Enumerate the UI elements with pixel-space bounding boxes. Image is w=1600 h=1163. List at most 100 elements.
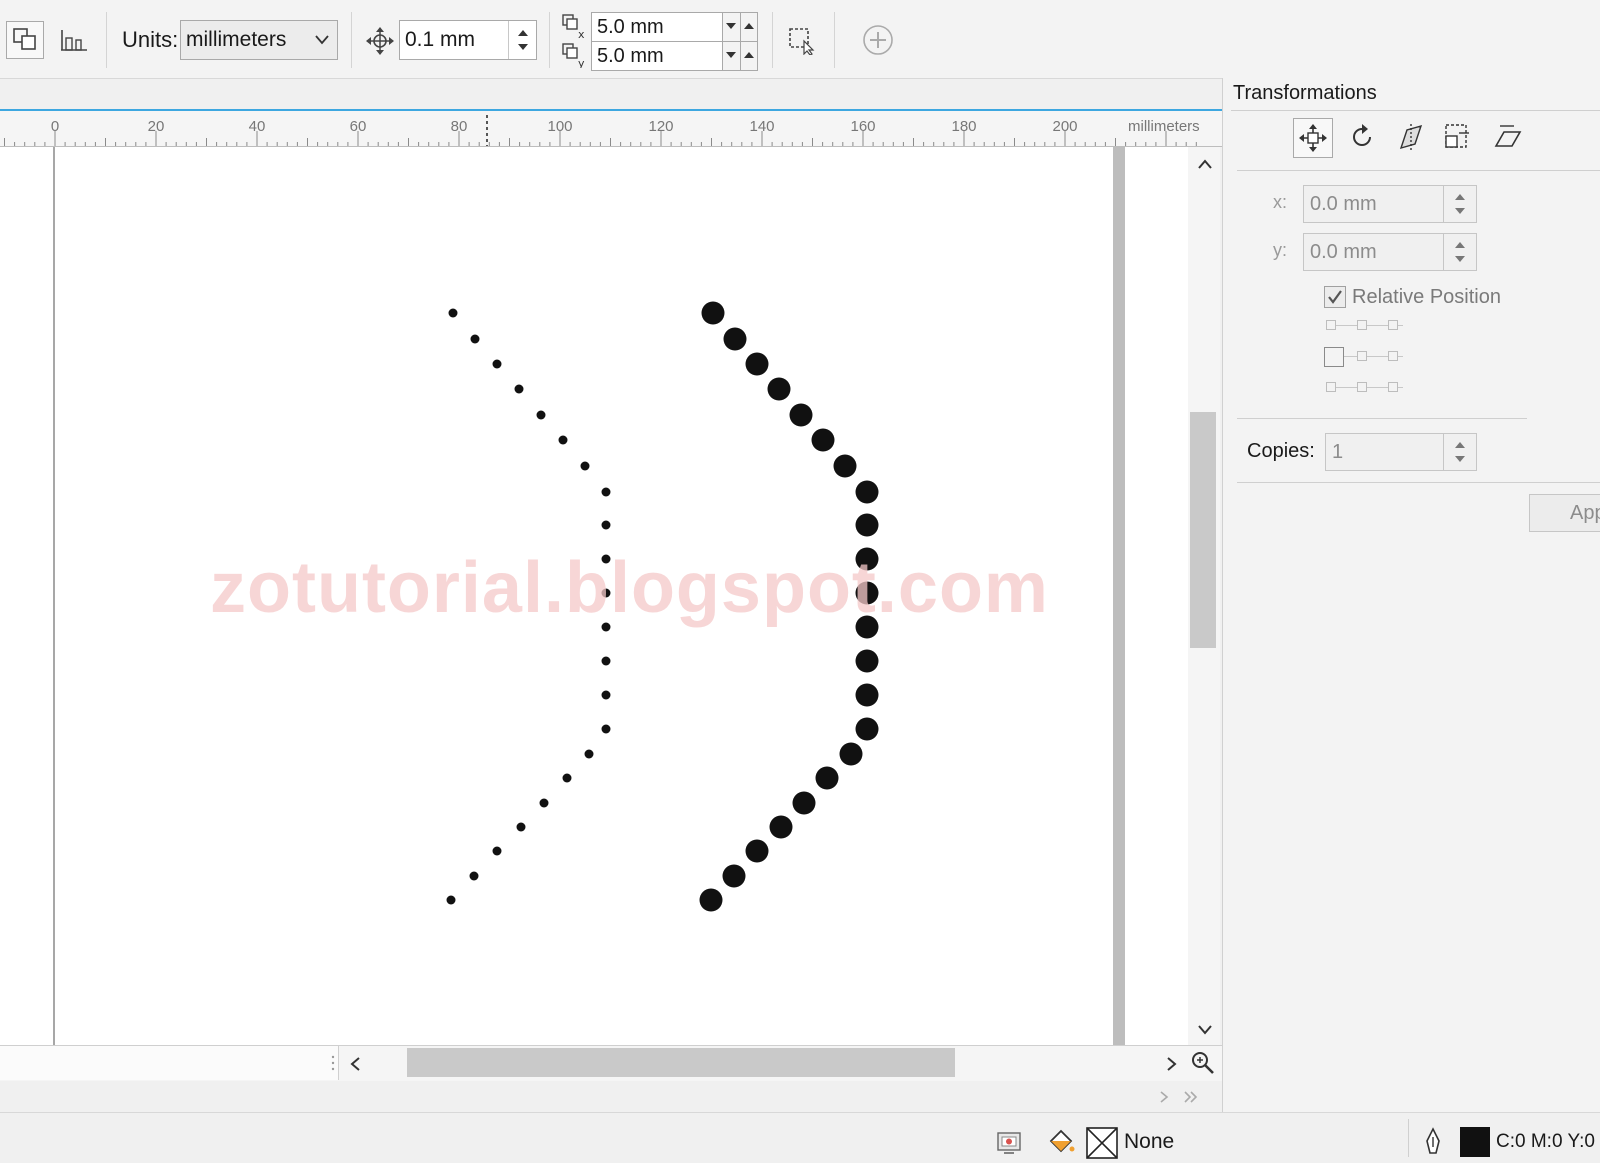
ruler-label: 180: [951, 118, 977, 135]
anchor-middle-right[interactable]: [1388, 351, 1398, 361]
scroll-left-icon[interactable]: [349, 1056, 363, 1072]
x-position-input[interactable]: 0.0 mm: [1303, 185, 1477, 223]
y-spinner[interactable]: [1443, 234, 1476, 270]
small-dot: [516, 822, 526, 832]
svg-text:x: x: [578, 28, 585, 39]
small-dot: [492, 359, 502, 369]
page-navigator[interactable]: [0, 1046, 339, 1080]
large-dot: [789, 403, 813, 427]
large-dot: [699, 888, 723, 912]
relative-position-checkbox[interactable]: [1324, 286, 1346, 308]
y-position-input[interactable]: 0.0 mm: [1303, 233, 1477, 271]
horizontal-scroll-region: [0, 1045, 1222, 1082]
property-bar: Units: millimeters 0.1 mm x 5.0 mm y 5.0…: [0, 0, 1600, 79]
ruler-label: 160: [850, 118, 876, 135]
duplicate-y-down-button[interactable]: [723, 41, 741, 71]
anchor-top-center[interactable]: [1357, 320, 1367, 330]
horizontal-scroll-thumb[interactable]: [407, 1048, 955, 1077]
anchor-top-left[interactable]: [1326, 320, 1336, 330]
nudge-distance-input[interactable]: 0.1 mm: [399, 20, 537, 60]
drawing-canvas[interactable]: zotutorial.blogspot.com: [0, 147, 1188, 1045]
large-dot: [855, 683, 879, 707]
small-dot: [558, 435, 568, 445]
object-position-icon[interactable]: [6, 21, 44, 59]
large-dot: [839, 742, 863, 766]
ruler-label: 40: [248, 118, 266, 135]
x-spinner[interactable]: [1443, 186, 1476, 222]
color-proof-icon[interactable]: [996, 1130, 1022, 1156]
outline-color-readout: C:0 M:0 Y:0: [1496, 1131, 1595, 1152]
apply-button[interactable]: App: [1529, 494, 1600, 532]
vertical-scroll-thumb[interactable]: [1190, 412, 1216, 648]
relative-position-label: Relative Position: [1352, 286, 1501, 308]
anchor-bottom-left[interactable]: [1326, 382, 1336, 392]
nudge-distance-value: 0.1 mm: [405, 28, 476, 51]
ruler-label: 0: [50, 118, 60, 135]
nudge-spinner[interactable]: [508, 21, 536, 59]
large-dot: [792, 791, 816, 815]
large-dot: [855, 717, 879, 741]
anchor-bottom-right[interactable]: [1388, 382, 1398, 392]
small-dot: [601, 656, 611, 666]
scale-mirror-mode-button[interactable]: [1393, 118, 1431, 156]
small-dot: [584, 749, 594, 759]
move-icon: [1299, 124, 1327, 152]
duplicate-y-up-button[interactable]: [741, 41, 758, 71]
anchor-center[interactable]: [1357, 351, 1367, 361]
rotate-mode-button[interactable]: [1343, 118, 1381, 156]
no-fill-icon: [1086, 1127, 1118, 1159]
large-dot: [855, 480, 879, 504]
zoom-icon[interactable]: [1190, 1050, 1216, 1076]
size-mode-button[interactable]: [1439, 118, 1477, 156]
large-dot: [833, 454, 857, 478]
small-dot: [448, 308, 458, 318]
units-dropdown[interactable]: millimeters: [180, 20, 338, 60]
ruler-ticks: [4, 115, 1197, 146]
duplicate-x-down-button[interactable]: [723, 12, 741, 42]
add-icon[interactable]: [859, 21, 897, 59]
position-mode-button[interactable]: [1293, 118, 1333, 158]
checkmark-icon: [1328, 290, 1342, 304]
duplicate-x-icon: x: [562, 14, 585, 39]
scroll-right-icon[interactable]: [1164, 1056, 1178, 1072]
transformations-docker: Transformations x: 0.0 mm y: 0.0 mm Rela…: [1222, 78, 1600, 1112]
scroll-up-icon[interactable]: [1197, 158, 1213, 170]
small-dot: [601, 724, 611, 734]
y-position-value: 0.0 mm: [1310, 240, 1377, 263]
large-dot: [745, 839, 769, 863]
large-dot: [701, 301, 725, 325]
fill-bucket-icon[interactable]: [1045, 1127, 1075, 1157]
skew-mode-button[interactable]: [1489, 118, 1527, 156]
units-value: millimeters: [186, 28, 287, 51]
vertical-scrollbar[interactable]: [1188, 147, 1220, 1045]
apply-label: App: [1570, 502, 1600, 524]
treat-as-filled-icon[interactable]: [782, 21, 820, 59]
drag-handle-icon[interactable]: [330, 1054, 336, 1074]
anchor-bottom-center[interactable]: [1357, 382, 1367, 392]
pen-nib-icon[interactable]: [1422, 1127, 1444, 1157]
document-tab-strip: [0, 79, 1222, 111]
copies-input[interactable]: 1: [1325, 433, 1477, 471]
align-distribute-icon[interactable]: [54, 21, 92, 59]
small-dot: [601, 690, 611, 700]
duplicate-x-up-button[interactable]: [741, 12, 758, 42]
small-dot: [492, 846, 502, 856]
large-dot: [767, 377, 791, 401]
scroll-down-icon[interactable]: [1197, 1024, 1213, 1036]
anchor-grid[interactable]: [1323, 318, 1413, 404]
duplicate-y-input[interactable]: 5.0 mm: [591, 41, 723, 71]
horizontal-ruler[interactable]: 0 20 40 60 80 100 120 140 160 180 200 mi…: [0, 111, 1222, 147]
ruler-label: 120: [648, 118, 674, 135]
ruler-label: 60: [349, 118, 367, 135]
anchor-middle-left-selected[interactable]: [1324, 347, 1344, 367]
anchor-top-right[interactable]: [1388, 320, 1398, 330]
last-page-icon[interactable]: [1182, 1090, 1200, 1104]
page-tab-bar: [0, 1081, 1222, 1112]
small-dot: [601, 520, 611, 530]
small-dot: [514, 384, 524, 394]
ruler-label: 80: [450, 118, 468, 135]
copies-spinner[interactable]: [1443, 434, 1476, 470]
next-page-icon[interactable]: [1157, 1090, 1171, 1104]
large-dot: [815, 766, 839, 790]
duplicate-x-input[interactable]: 5.0 mm: [591, 12, 723, 42]
